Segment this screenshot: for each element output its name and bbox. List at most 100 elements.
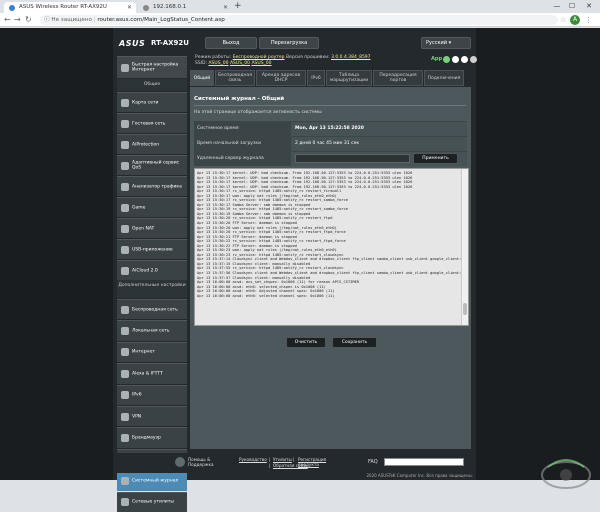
sidebar-item[interactable]: Локальная сеть — [117, 320, 187, 341]
back-arrow-icon[interactable]: ← — [4, 15, 11, 25]
guest-network-icon — [121, 119, 129, 128]
sidebar-item-label: IPv6 — [132, 392, 142, 398]
sidebar-item-quick-setup[interactable]: Быстрая настройка Интернет — [117, 56, 187, 78]
sidebar-item[interactable]: AiProtection — [117, 134, 187, 154]
sidebar-item[interactable]: VPN — [117, 406, 187, 427]
ssid-5g-2[interactable]: ASUS_00 — [251, 61, 271, 66]
security-indicator[interactable]: ⓘ Не защищено — [44, 17, 92, 23]
sidebar-item-label: Локальная сеть — [132, 328, 170, 334]
sidebar-item-label: Беспроводная сеть — [132, 306, 178, 312]
save-log-button[interactable]: Сохранить — [332, 337, 377, 348]
sidebar-item-label: Системный журнал — [132, 478, 179, 484]
page-viewport: ASUS RT-AX92U Выход Перезагрузка Русский… — [0, 28, 600, 512]
ipv6-icon — [121, 391, 129, 400]
mode-link[interactable]: Беспроводной роутер — [233, 55, 285, 60]
lan-icon — [121, 327, 129, 336]
url-text: router.asus.com/Main_LogStatus_Content.a… — [97, 17, 225, 23]
sidebar-item[interactable]: IPv6 — [117, 384, 187, 405]
sidebar-item[interactable]: Open NAT — [117, 218, 187, 238]
clear-log-button[interactable]: Очистить — [286, 337, 326, 348]
wireless-icon — [121, 305, 129, 314]
system-log-icon — [121, 476, 129, 485]
sidebar-item-label: AiProtection — [132, 141, 160, 147]
browser-tab-strip: ASUS Wireless Router RT-AX92U ✕ 192.168.… — [0, 0, 600, 13]
network-tools-icon — [121, 498, 129, 507]
close-window-button[interactable]: ✕ — [582, 0, 596, 12]
sidebar-item[interactable]: Alexa & IFTTT — [117, 363, 187, 384]
sidebar-item-label: Гостевая сеть — [132, 120, 166, 126]
sidebar-item-label: Анализатор трафика — [132, 183, 182, 189]
tab-4[interactable]: Таблица маршрутизации — [326, 70, 372, 86]
ssid-5g-1[interactable]: ASUS_00 — [230, 61, 250, 66]
sidebar-item[interactable]: Карта сети — [117, 92, 187, 112]
apply-button[interactable]: Применить — [413, 153, 458, 164]
sidebar-item[interactable]: Сетевые утилиты — [117, 491, 187, 512]
asus-favicon-icon — [9, 5, 15, 11]
system-time-label: Системное время — [194, 122, 291, 136]
url-field[interactable]: ⓘ Не защищено | router.asus.com/Main_Log… — [40, 15, 558, 25]
feedback-link[interactable]: Обратная связь — [273, 463, 308, 468]
sidebar-item[interactable]: Брандмауэр — [117, 427, 187, 448]
close-tab-icon[interactable]: ✕ — [223, 2, 228, 13]
profile-avatar[interactable]: A — [570, 15, 580, 25]
log-content: Apr 13 15:30:17 kernel: UDP: bad checksu… — [197, 171, 461, 298]
close-tab-icon[interactable]: ✕ — [127, 2, 132, 13]
sidebar-item-label: Брандмауэр — [132, 435, 161, 441]
utility-link[interactable]: Утилиты — [273, 457, 292, 462]
open-nat-icon — [121, 224, 129, 233]
page-title: Системный журнал - Общий — [194, 96, 285, 102]
log-scrollbar[interactable] — [461, 169, 468, 325]
qos-icon — [121, 161, 129, 170]
ssid-label: SSID: — [195, 60, 208, 66]
ssid-2g[interactable]: ASUS_00 — [208, 61, 228, 66]
bookmark-star-icon[interactable]: ☆ — [560, 15, 566, 25]
sidebar-item[interactable]: Гостевая сеть — [117, 113, 187, 133]
usb-status-icon[interactable] — [452, 56, 459, 63]
wps-status-icon[interactable] — [461, 56, 468, 63]
new-tab-button[interactable]: + — [234, 1, 242, 12]
router-status: Режим работы: Беспроводной роутер Версия… — [195, 55, 371, 66]
app-label[interactable]: App — [431, 56, 442, 62]
forward-arrow-icon[interactable]: → — [14, 15, 21, 25]
browser-tab-ip[interactable]: 192.168.0.1 ✕ — [138, 2, 232, 13]
tab-0[interactable]: Общий — [190, 70, 214, 86]
asus-logo: ASUS — [119, 39, 146, 48]
uptime-row: Время начальной загрузки 2 дней 0 час 45… — [194, 136, 467, 151]
firmware-link[interactable]: 3.0.0.4.384_8597 — [331, 55, 370, 60]
tab-3[interactable]: IPv6 — [307, 70, 325, 86]
browser-tab-router[interactable]: ASUS Wireless Router RT-AX92U ✕ — [4, 2, 136, 13]
logout-button[interactable]: Выход — [205, 37, 257, 49]
log-scrollbar-thumb[interactable] — [463, 303, 467, 315]
manual-link[interactable]: Руководство — [239, 457, 267, 462]
firmware-label: Версия прошивки: — [285, 55, 330, 60]
maximize-button[interactable]: ☐ — [565, 0, 579, 12]
game-icon — [121, 203, 129, 212]
sidebar-item[interactable]: Адаптивный сервис QoS — [117, 155, 187, 175]
sidebar-item[interactable]: AiCloud 2.0 — [117, 260, 187, 280]
sidebar-item-label: Game — [132, 204, 146, 210]
reload-icon[interactable]: ↻ — [25, 15, 32, 25]
tab-1[interactable]: Беспроводная связь — [215, 70, 255, 86]
browser-menu-icon[interactable]: ⋮ — [585, 15, 592, 25]
reboot-button[interactable]: Перезагрузка — [259, 37, 319, 49]
sidebar-item[interactable]: Анализатор трафика — [117, 176, 187, 196]
remote-log-server-input[interactable] — [295, 154, 410, 163]
sidebar-item[interactable]: Беспроводная сеть — [117, 299, 187, 320]
minimize-button[interactable]: — — [550, 0, 564, 12]
sidebar-item[interactable]: USB-приложение — [117, 239, 187, 259]
faq-search-input[interactable] — [384, 458, 464, 466]
sidebar-item[interactable]: Game — [117, 197, 187, 217]
user-status-icon[interactable] — [470, 56, 477, 63]
tab-5[interactable]: Переадресация портов — [373, 70, 423, 86]
tab-2[interactable]: Аренда адресов DHCP — [256, 70, 306, 86]
language-select[interactable]: Русский ▾ — [421, 37, 471, 49]
remote-log-cell: Применить — [291, 152, 467, 166]
sidebar-item-label: Карта сети — [132, 99, 159, 105]
sidebar-item[interactable]: Интернет — [117, 341, 187, 363]
log-textarea[interactable]: Apr 13 15:30:17 kernel: UDP: bad checksu… — [194, 168, 469, 326]
copyright: 2020 ASUSTeK Computer Inc. Все права защ… — [366, 473, 473, 478]
internet-status-icon[interactable] — [443, 56, 450, 63]
title-divider — [194, 105, 466, 106]
tab-6[interactable]: Подключения — [424, 70, 464, 86]
mode-label: Режим работы: — [195, 55, 232, 60]
